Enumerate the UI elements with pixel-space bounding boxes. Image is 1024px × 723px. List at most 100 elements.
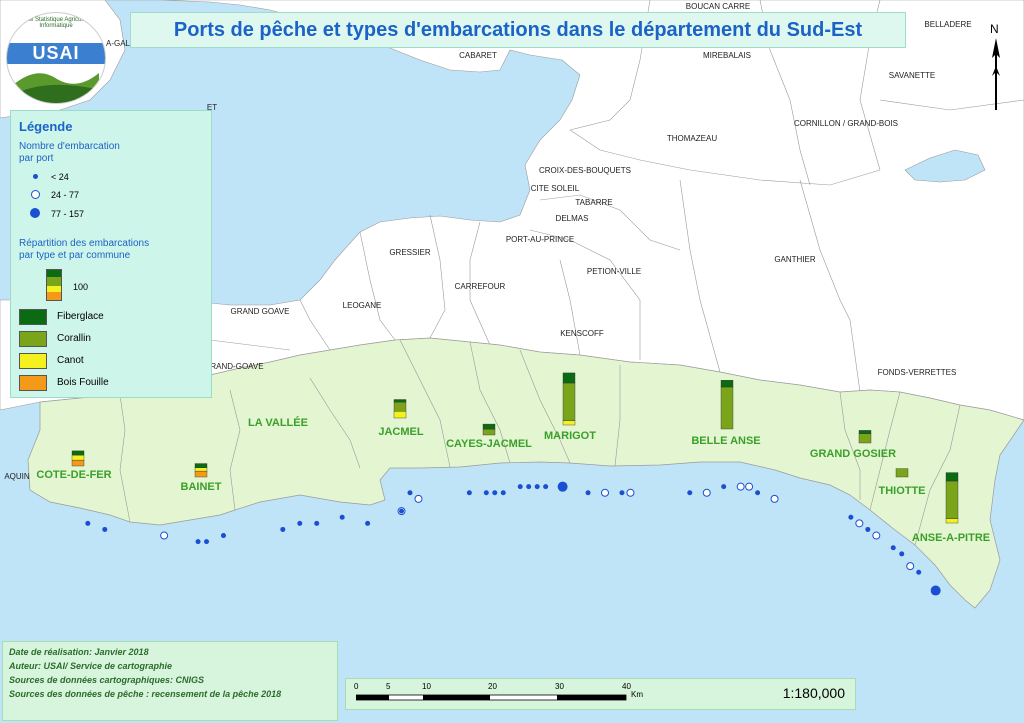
map-title: Ports de pêche et types d'embarcations d… <box>130 12 906 48</box>
legend-label-canot: Canot <box>57 355 84 366</box>
place-label: CITE SOLEIL <box>531 184 580 193</box>
legend-reference-bar <box>46 269 62 301</box>
port-marker <box>483 490 489 496</box>
place-label: KENSCOFF <box>560 329 604 338</box>
port-marker <box>702 488 711 497</box>
port-marker <box>195 539 201 545</box>
type-bar-segment <box>482 423 496 430</box>
port-marker <box>526 484 532 490</box>
scale-tick-30: 30 <box>555 682 564 691</box>
legend-swatch-fiberglace <box>19 309 47 325</box>
port-marker <box>466 490 472 496</box>
port-marker <box>770 494 779 503</box>
type-bar-segment <box>393 411 407 419</box>
north-arrow: N <box>984 22 1008 112</box>
commune-label: LA VALLÉE <box>248 416 308 429</box>
commune-label: BAINET <box>181 481 222 493</box>
port-marker <box>721 484 727 490</box>
legend-title: Légende <box>19 119 73 134</box>
type-bar-segment <box>194 470 208 478</box>
commune-label: THIOTTE <box>878 485 925 497</box>
port-marker <box>407 490 413 496</box>
port-marker <box>492 490 498 496</box>
place-label: GRESSIER <box>389 248 431 257</box>
type-bar-segment <box>895 468 909 478</box>
type-bar-segment <box>858 430 872 434</box>
scale-ratio: 1:180,000 <box>782 685 845 701</box>
type-bar-segment <box>393 399 407 403</box>
legend-bars-title-2: par type et par commune <box>19 250 131 261</box>
legend-reference-value: 100 <box>73 282 89 292</box>
port-marker <box>872 531 881 540</box>
type-bar-segment <box>562 382 576 421</box>
legend-panel: Légende Nombre d'embarcation par port < … <box>10 110 212 398</box>
place-label: GANTHIER <box>774 255 816 264</box>
legend-dot-small <box>33 174 38 179</box>
place-label: PETION-VILLE <box>587 267 641 276</box>
type-bar-segment <box>945 480 959 519</box>
place-label: LEOGANE <box>343 301 382 310</box>
type-bar-segment <box>562 372 576 384</box>
legend-size-title-2: par port <box>19 153 54 164</box>
port-marker <box>906 562 915 571</box>
port-marker <box>297 520 303 526</box>
scale-tick-40: 40 <box>622 682 631 691</box>
place-label: GRAND GOAVE <box>231 307 290 316</box>
port-marker <box>916 569 922 575</box>
port-marker <box>314 520 320 526</box>
scale-tick-5: 5 <box>386 682 391 691</box>
commune-label: GRAND GOSIER <box>810 448 896 460</box>
legend-size-class-1: < 24 <box>51 172 69 182</box>
scale-tick-0: 0 <box>354 682 359 691</box>
legend-size-class-2: 24 - 77 <box>51 190 80 200</box>
port-marker <box>865 526 871 532</box>
port-marker <box>626 488 635 497</box>
legend-dot-large <box>30 208 40 218</box>
credit-author: Auteur: USAI/ Service de cartographie <box>9 661 173 671</box>
port-marker <box>687 490 693 496</box>
place-label: RAND-GOAVE <box>210 362 263 371</box>
port-marker <box>557 481 568 492</box>
port-marker <box>339 514 345 520</box>
commune-label: MARIGOT <box>544 430 596 442</box>
legend-label-corallin: Corallin <box>57 333 91 344</box>
port-marker <box>848 514 854 520</box>
type-bar-segment <box>393 401 407 412</box>
port-marker <box>755 490 761 496</box>
credits-box: Date de réalisation: Janvier 2018 Auteur… <box>2 641 338 721</box>
port-marker <box>414 494 423 503</box>
scale-box: 0 5 10 20 30 40 Km 1:180,000 <box>345 678 856 710</box>
type-bar-segment <box>194 463 208 468</box>
port-marker <box>899 551 905 557</box>
port-marker <box>745 482 754 491</box>
commune-label: ANSE-A-PITRE <box>912 532 990 544</box>
commune-label: JACMEL <box>378 426 424 438</box>
legend-swatch-canot <box>19 353 47 369</box>
legend-swatch-corallin <box>19 331 47 347</box>
port-marker <box>399 508 405 514</box>
port-marker <box>517 484 523 490</box>
legend-swatch-bois-fouille <box>19 375 47 391</box>
legend-dot-medium <box>31 190 40 199</box>
port-marker <box>365 520 371 526</box>
place-label: AQUIN <box>4 472 30 481</box>
usai-logo: Unité Statistique Agricole et Informatiq… <box>6 12 106 104</box>
place-label: BELLADERE <box>924 20 971 29</box>
logo-landscape-icon <box>13 73 99 103</box>
port-marker <box>543 484 549 490</box>
north-arrow-icon <box>992 38 1000 110</box>
place-label: THOMAZEAU <box>667 134 717 143</box>
port-marker <box>220 533 226 539</box>
place-label: MIREBALAIS <box>703 51 751 60</box>
place-label: DELMAS <box>556 214 589 223</box>
type-bar-segment <box>720 380 734 388</box>
legend-size-class-3: 77 - 157 <box>51 209 85 219</box>
legend-label-bois-fouille: Bois Fouille <box>57 377 109 388</box>
type-bar-segment <box>945 518 959 524</box>
place-label: TABARRE <box>575 198 612 207</box>
port-marker <box>534 484 540 490</box>
scale-tick-10: 10 <box>422 682 431 691</box>
credit-date: Date de réalisation: Janvier 2018 <box>9 647 149 657</box>
place-label: CORNILLON / GRAND-BOIS <box>794 119 898 128</box>
place-label: CABARET <box>459 51 497 60</box>
